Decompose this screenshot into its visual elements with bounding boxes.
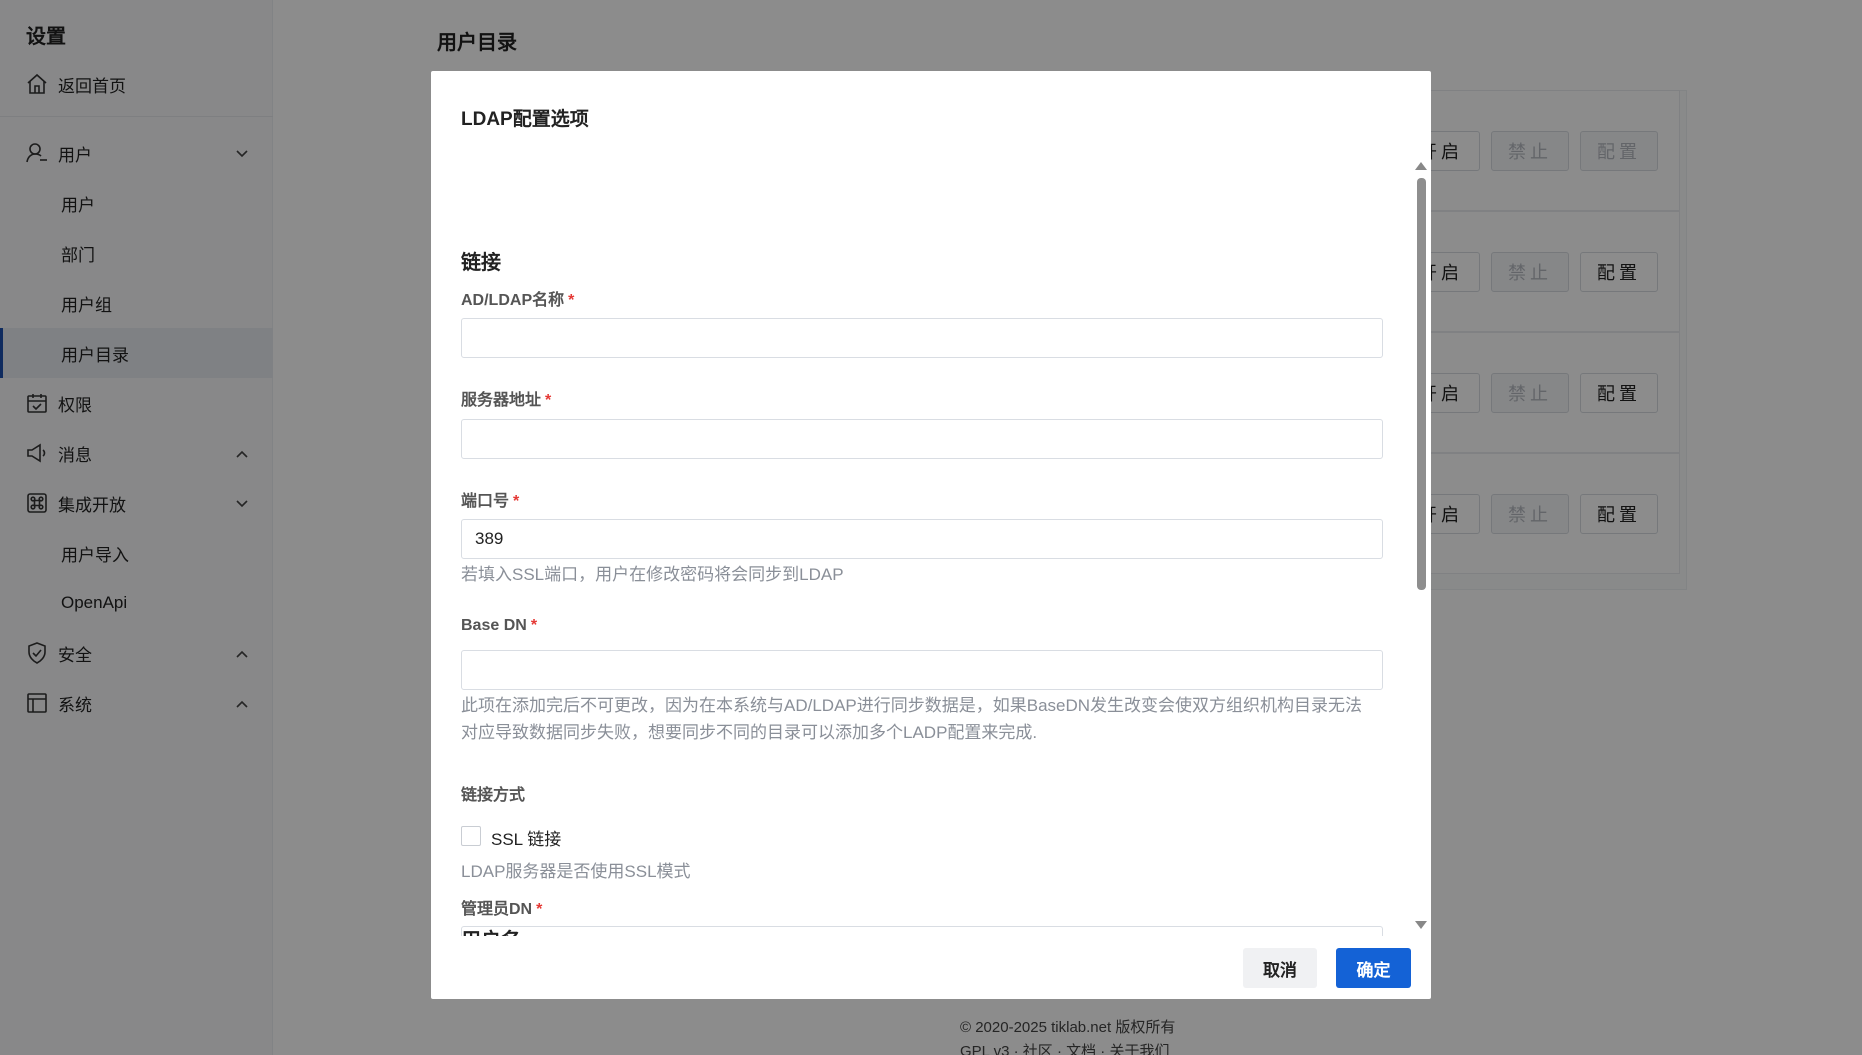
required-mark: * — [513, 493, 520, 510]
scrollbar-thumb[interactable] — [1417, 178, 1426, 590]
server-address-label: 服务器地址 * — [461, 392, 552, 409]
base-dn-help-line2: 对应导致数据同步失败，想要同步不同的目录可以添加多个LADP配置来完成. — [461, 723, 1038, 742]
server-address-input[interactable] — [461, 419, 1383, 459]
admin-dn-input[interactable] — [461, 926, 1383, 936]
admin-dn-label: 管理员DN * — [461, 901, 543, 918]
confirm-button[interactable]: 确定 — [1336, 948, 1411, 988]
ssl-checkbox[interactable] — [461, 826, 481, 846]
ldap-config-modal: LDAP配置选项 链接 AD/LDAP名称 * 服务器地址 * 端口号 * 389 若… — [431, 71, 1431, 999]
required-mark: * — [530, 617, 538, 634]
base-dn-label: Base DN * — [461, 617, 538, 634]
ldap-name-label: AD/LDAP名称 * — [461, 292, 575, 309]
required-mark: * — [545, 392, 552, 409]
connection-mode-label: 链接方式 — [461, 787, 526, 804]
modal-body[interactable]: 链接 AD/LDAP名称 * 服务器地址 * 端口号 * 389 若填入SSL端口，用… — [431, 161, 1431, 936]
ssl-help-text: LDAP服务器是否使用SSL模式 — [461, 862, 691, 881]
port-label: 端口号 * — [461, 493, 520, 510]
ldap-name-input[interactable] — [461, 318, 1383, 358]
cancel-button[interactable]: 取消 — [1243, 948, 1317, 988]
ssl-checkbox-label[interactable]: SSL 链接 — [491, 825, 561, 850]
base-dn-help-line1: 此项在添加完后不可更改，因为在本系统与AD/LDAP进行同步数据是，如果Base… — [461, 696, 1363, 715]
modal-title: LDAP配置选项 — [461, 109, 589, 130]
scroll-down-arrow[interactable] — [1415, 921, 1427, 929]
section-title-connection: 链接 — [461, 252, 501, 274]
required-mark: * — [568, 292, 575, 309]
port-help-text: 若填入SSL端口，用户在修改密码将会同步到LDAP — [461, 565, 844, 584]
base-dn-input[interactable] — [461, 650, 1383, 690]
required-mark: * — [536, 901, 543, 918]
port-input[interactable]: 389 — [461, 519, 1383, 559]
scroll-up-arrow[interactable] — [1415, 162, 1427, 170]
